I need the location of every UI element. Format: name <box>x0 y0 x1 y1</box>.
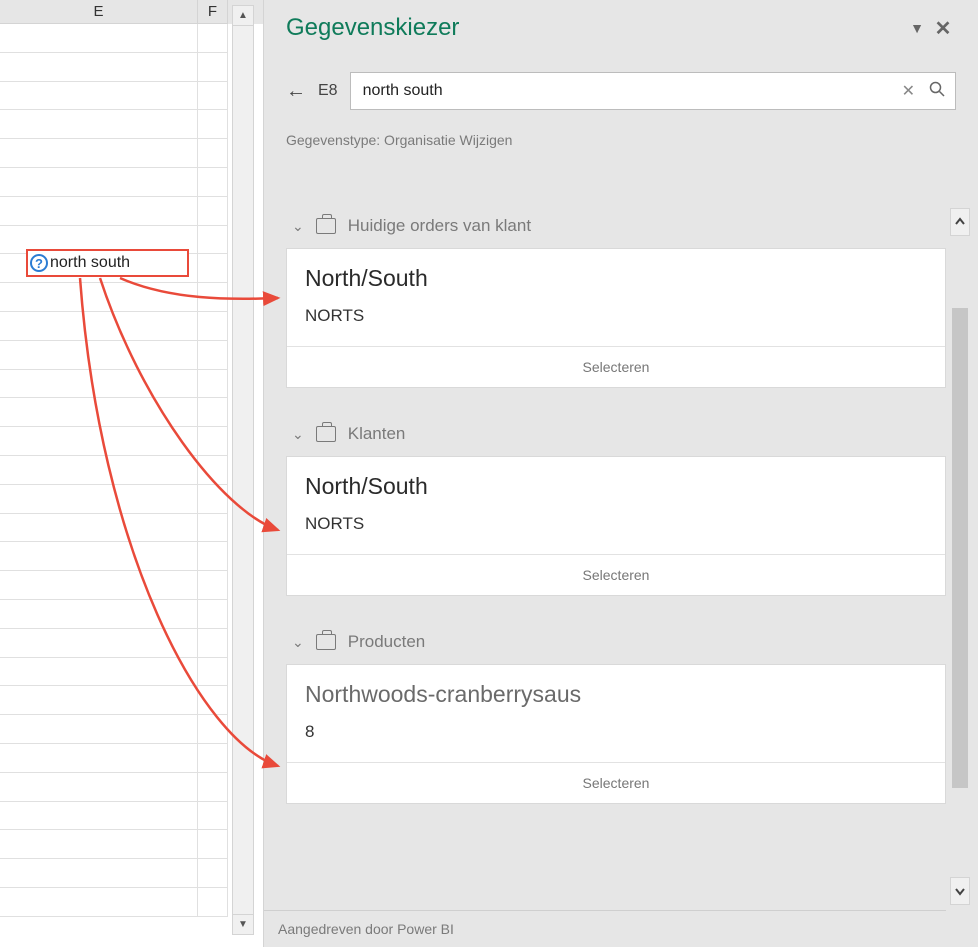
result-title: North/South <box>305 265 927 292</box>
panel-close-icon[interactable]: ✕ <box>930 16 956 41</box>
panel-vertical-scrollbar[interactable] <box>950 208 970 905</box>
result-title: Northwoods-cranberrysaus <box>305 681 927 708</box>
search-icon[interactable] <box>921 81 945 102</box>
briefcase-icon <box>316 634 336 650</box>
search-input[interactable] <box>361 81 896 101</box>
back-arrow-icon[interactable]: ← <box>286 80 306 103</box>
scrollbar-thumb[interactable] <box>952 308 968 788</box>
result-title: North/South <box>305 473 927 500</box>
section-label: Huidige orders van klant <box>348 216 531 236</box>
section-label: Producten <box>348 632 426 652</box>
briefcase-icon <box>316 426 336 442</box>
column-headers: E F <box>0 0 263 24</box>
spreadsheet-grid[interactable]: E F ? north sout <box>0 0 264 947</box>
chevron-down-icon[interactable]: ⌄ <box>292 634 304 651</box>
section-label: Klanten <box>348 424 406 444</box>
cell-reference-label: E8 <box>318 82 338 100</box>
col-header-e[interactable]: E <box>0 0 198 24</box>
col-header-f[interactable]: F <box>198 0 228 24</box>
clear-search-icon[interactable]: ✕ <box>896 81 921 101</box>
scroll-down-icon[interactable] <box>950 877 970 905</box>
result-card[interactable]: North/South NORTS Selecteren <box>286 456 946 596</box>
scroll-up-icon[interactable]: ▲ <box>233 6 253 26</box>
grid-body[interactable] <box>0 24 263 917</box>
result-subtitle: NORTS <box>305 514 927 534</box>
panel-title: Gegevenskiezer <box>286 14 904 42</box>
panel-footer: Aangedreven door Power BI <box>264 910 946 947</box>
search-box[interactable]: ✕ <box>350 72 956 110</box>
panel-dropdown-icon[interactable]: ▼ <box>904 20 930 36</box>
results-container: ⌄ Huidige orders van klant North/South N… <box>286 208 946 905</box>
chevron-down-icon[interactable]: ⌄ <box>292 426 304 443</box>
scroll-down-icon[interactable]: ▼ <box>233 914 253 934</box>
section-header-products[interactable]: ⌄ Producten <box>286 624 946 664</box>
result-card[interactable]: North/South NORTS Selecteren <box>286 248 946 388</box>
result-subtitle: 8 <box>305 722 927 742</box>
result-card[interactable]: Northwoods-cranberrysaus 8 Selecteren <box>286 664 946 804</box>
select-button[interactable]: Selecteren <box>287 554 945 595</box>
datatype-label[interactable]: Gegevenstype: Organisatie Wijzigen <box>264 116 978 156</box>
search-row: ← E8 ✕ <box>264 52 978 116</box>
panel-header: Gegevenskiezer ▼ ✕ <box>264 0 978 52</box>
chevron-down-icon[interactable]: ⌄ <box>292 218 304 235</box>
section-header-current-orders[interactable]: ⌄ Huidige orders van klant <box>286 208 946 248</box>
result-subtitle: NORTS <box>305 306 927 326</box>
section-header-customers[interactable]: ⌄ Klanten <box>286 416 946 456</box>
scroll-up-icon[interactable] <box>950 208 970 236</box>
select-button[interactable]: Selecteren <box>287 346 945 387</box>
data-selector-panel: Gegevenskiezer ▼ ✕ ← E8 ✕ Gegevenstype: … <box>264 0 978 947</box>
briefcase-icon <box>316 218 336 234</box>
select-button[interactable]: Selecteren <box>287 762 945 803</box>
sheet-vertical-scrollbar[interactable]: ▲ ▼ <box>232 5 254 935</box>
